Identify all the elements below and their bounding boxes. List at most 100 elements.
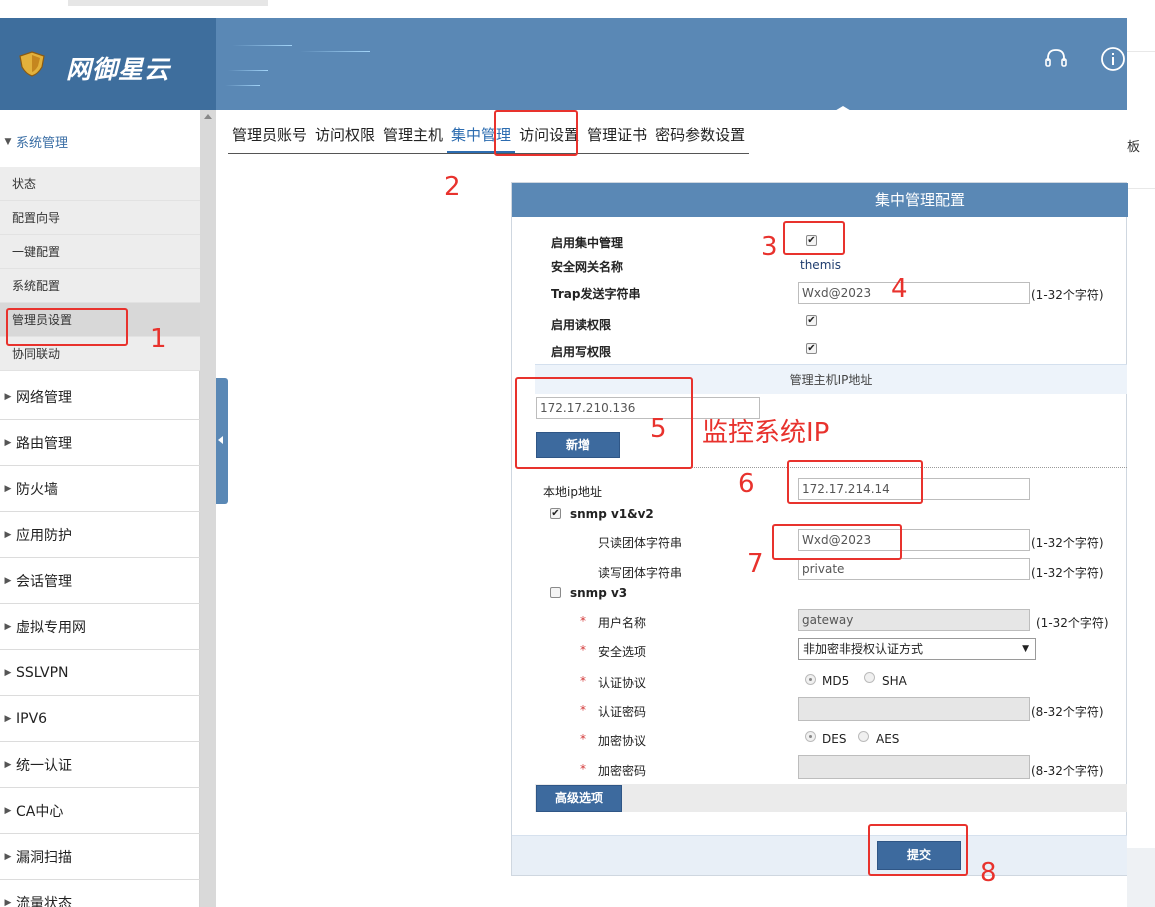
read-perm-label: 启用读权限 (551, 318, 612, 332)
sidebar-section-label: 统一认证 (16, 758, 72, 774)
enc-password-input[interactable] (798, 755, 1030, 779)
enc-des-radio[interactable] (805, 731, 816, 742)
username-hint: (1-32个字符) (1036, 616, 1109, 630)
triangle-right-icon: ▶ (4, 668, 12, 678)
sidebar-section-auth[interactable]: ▶ 统一认证 (0, 743, 200, 788)
sidebar-section-label: 应用防护 (16, 528, 72, 544)
required-mark: * (580, 643, 586, 657)
trap-label: Trap发送字符串 (551, 287, 641, 301)
divider (1127, 188, 1155, 189)
sidebar-section-app-protect[interactable]: ▶ 应用防护 (0, 513, 200, 558)
auth-sha-radio[interactable] (864, 672, 875, 683)
auth-password-input[interactable] (798, 697, 1030, 721)
sidebar-section-label: SSLVPN (16, 665, 69, 681)
annotation-box-enable (783, 221, 845, 255)
advanced-bar (535, 784, 1127, 812)
username-input[interactable]: gateway (798, 609, 1030, 631)
annotation-number: 7 (747, 549, 764, 579)
sidebar-section-label: 路由管理 (16, 436, 72, 452)
scroll-up-icon[interactable] (204, 114, 212, 119)
snmp-v3-checkbox[interactable] (550, 587, 561, 598)
required-mark: * (580, 703, 586, 717)
triangle-right-icon: ▶ (4, 898, 12, 907)
trap-string-input[interactable]: Wxd@2023 (798, 282, 1030, 304)
annotation-number: 3 (761, 232, 778, 262)
enable-label: 启用集中管理 (551, 236, 624, 250)
tab-admin-account[interactable]: 管理员账号 (228, 124, 311, 153)
headset-support-icon[interactable] (1043, 46, 1069, 72)
sidebar-section-label: 虚拟专用网 (16, 620, 86, 636)
sidebar-section-label: CA中心 (16, 804, 64, 820)
sidebar-section-vuln-scan[interactable]: ▶ 漏洞扫描 (0, 835, 200, 880)
triangle-right-icon: ▶ (4, 438, 12, 448)
triangle-right-icon: ▶ (4, 714, 12, 724)
auth-md5-label: MD5 (822, 674, 850, 688)
security-option-label: 安全选项 (598, 645, 647, 659)
annotation-box-admin-settings (6, 308, 128, 346)
auth-protocol-label: 认证协议 (598, 676, 647, 690)
required-mark: * (580, 762, 586, 776)
sidebar-section-label: 防火墙 (16, 482, 58, 498)
annotation-box-ro-community (772, 524, 902, 560)
triangle-down-icon: ▼ (4, 136, 12, 147)
sidebar-section-ipv6[interactable]: ▶ IPV6 (0, 697, 200, 742)
annotation-box-submit (868, 824, 968, 876)
advanced-options-button[interactable]: 高级选项 (536, 785, 622, 812)
tab-admin-cert[interactable]: 管理证书 (583, 124, 651, 153)
triangle-right-icon: ▶ (4, 392, 12, 402)
right-edge-gray (1127, 848, 1155, 907)
write-perm-label: 启用写权限 (551, 345, 612, 359)
sidebar-section-sslvpn[interactable]: ▶ SSLVPN (0, 651, 200, 696)
auth-md5-radio[interactable] (805, 674, 816, 685)
sidebar-item-oneclick[interactable]: 一键配置 (0, 235, 200, 269)
sidebar-section-ca[interactable]: ▶ CA中心 (0, 789, 200, 834)
sidebar-section-vpn[interactable]: ▶ 虚拟专用网 (0, 605, 200, 650)
gateway-name-label: 安全网关名称 (551, 260, 624, 274)
sidebar-section-firewall[interactable]: ▶ 防火墙 (0, 467, 200, 512)
tab-password-params[interactable]: 密码参数设置 (651, 124, 749, 153)
decor-streak (228, 70, 268, 71)
sidebar-item-sysconfig[interactable]: 系统配置 (0, 269, 200, 303)
tab-access-permission[interactable]: 访问权限 (311, 124, 379, 153)
sidebar-item-status[interactable]: 状态 (0, 167, 200, 201)
sidebar: ▼ 系统管理 状态 配置向导 一键配置 系统配置 管理员设置 协同联动 ▶ 网络管… (0, 110, 200, 907)
logo-text: 网御星云 (66, 55, 171, 84)
security-option-select[interactable]: 非加密非授权认证方式 ▼ (798, 638, 1036, 660)
header-banner: 网御星云 (0, 18, 1127, 110)
sidebar-section-traffic[interactable]: ▶ 流量状态 (0, 881, 200, 907)
username-label: 用户名称 (598, 616, 647, 630)
sidebar-section-session[interactable]: ▶ 会话管理 (0, 559, 200, 604)
local-ip-label: 本地ip地址 (543, 485, 602, 499)
ro-community-hint: (1-32个字符) (1031, 536, 1104, 550)
write-perm-checkbox[interactable]: ✔ (806, 343, 817, 354)
sidebar-collapse-handle[interactable] (216, 378, 228, 504)
annotation-box-central-tab (494, 110, 578, 156)
auth-sha-label: SHA (882, 674, 907, 688)
enc-aes-label: AES (876, 732, 900, 746)
rw-community-input[interactable]: private (798, 558, 1030, 580)
trap-hint: (1-32个字符) (1031, 288, 1104, 302)
decor-streak (232, 45, 292, 46)
enc-aes-radio[interactable] (858, 731, 869, 742)
sidebar-section-routing[interactable]: ▶ 路由管理 (0, 421, 200, 466)
triangle-right-icon: ▶ (4, 576, 12, 586)
info-icon[interactable] (1100, 46, 1126, 72)
sidebar-section-system[interactable]: ▼ 系统管理 (0, 110, 200, 172)
sidebar-item-wizard[interactable]: 配置向导 (0, 201, 200, 235)
rw-community-hint: (1-32个字符) (1031, 566, 1104, 580)
decor-streak (300, 51, 370, 52)
sidebar-section-label: 会话管理 (16, 574, 72, 590)
tab-admin-host[interactable]: 管理主机 (379, 124, 447, 153)
shield-logo-icon (19, 51, 45, 77)
dropdown-arrow-icon: ▼ (1022, 644, 1029, 654)
sidebar-scrollbar[interactable] (200, 110, 216, 907)
rw-community-label: 读写团体字符串 (598, 566, 683, 580)
annotation-monitor-ip: 监控系统IP (702, 418, 830, 448)
read-perm-checkbox[interactable]: ✔ (806, 315, 817, 326)
snmp-v12-checkbox[interactable]: ✔ (550, 508, 561, 519)
submit-bar (512, 835, 1127, 875)
header-notch (833, 106, 853, 110)
sidebar-section-network[interactable]: ▶ 网络管理 (0, 375, 200, 420)
decor-streak (225, 85, 260, 86)
enc-des-label: DES (822, 732, 847, 746)
